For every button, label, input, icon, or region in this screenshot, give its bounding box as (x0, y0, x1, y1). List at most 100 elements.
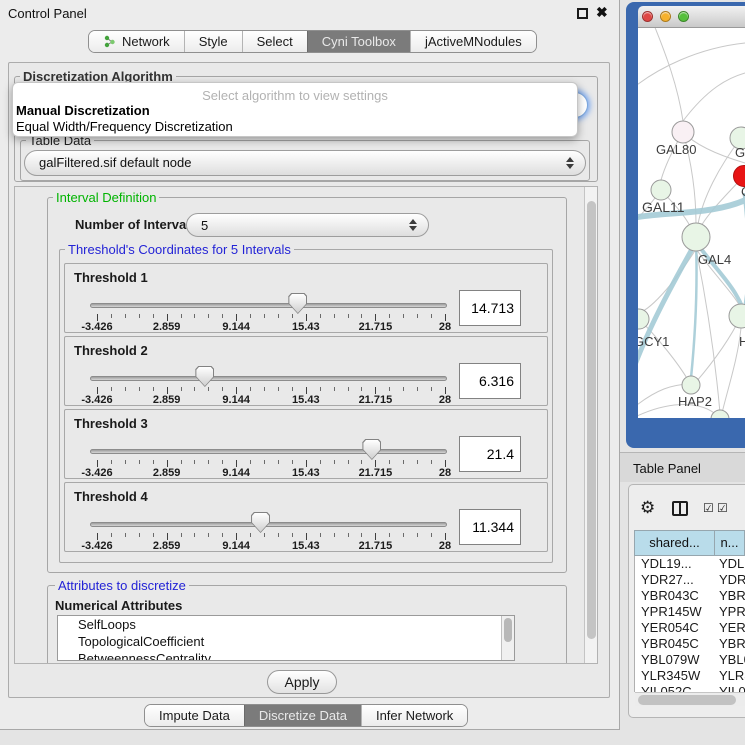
tab-select[interactable]: Select (242, 31, 307, 52)
algorithm-dropdown-popup: Select algorithm to view settings Manual… (12, 82, 578, 137)
table-cell: YBR043C (635, 588, 715, 604)
dropdown-option-equal-width-frequency[interactable]: Equal Width/Frequency Discretization (16, 119, 576, 134)
combo-value: 5 (201, 218, 208, 233)
node-label: GCY1 (638, 334, 669, 349)
slider-thumb[interactable] (362, 439, 381, 460)
node-label: H (739, 334, 745, 349)
table-row[interactable]: YLR345WYLR3... (635, 668, 745, 684)
tab-label: Impute Data (159, 705, 230, 727)
table-cell: YER0... (715, 620, 745, 636)
tab-label: Style (199, 31, 228, 53)
node-gal11[interactable] (651, 180, 671, 200)
traffic-light-close-icon[interactable] (642, 11, 653, 22)
tab-label: Cyni Toolbox (322, 31, 396, 53)
node-gcy1[interactable] (638, 309, 649, 329)
table-cell: YIL052C (635, 684, 715, 692)
tab-cyni-toolbox[interactable]: Cyni Toolbox (307, 31, 410, 52)
table-cell: YDR2... (715, 572, 745, 588)
window-title: Control Panel (8, 6, 87, 21)
table-cell: YDL1... (715, 556, 745, 572)
traffic-light-zoom-icon[interactable] (678, 11, 689, 22)
table-row[interactable]: YER054CYER0... (635, 620, 745, 636)
list-item[interactable]: TopologicalCoefficient (58, 633, 514, 650)
slider-thumb[interactable] (251, 512, 270, 533)
tab-impute-data[interactable]: Impute Data (145, 705, 244, 726)
slider-thumb[interactable] (195, 366, 214, 387)
network-icon (103, 35, 116, 48)
table-row[interactable]: YBR045CYBR0... (635, 636, 745, 652)
vertical-scrollbar[interactable] (584, 187, 598, 663)
scrollbar-thumb[interactable] (638, 695, 736, 705)
list-item[interactable]: SelfLoops (58, 616, 514, 633)
table-header-row: shared... n... (634, 530, 745, 556)
horizontal-scrollbar[interactable] (635, 692, 745, 706)
number-of-intervals-combobox[interactable]: 5 (186, 213, 429, 237)
group-title: Interval Definition (53, 190, 159, 205)
node-label: GAL11 (642, 199, 685, 215)
tab-jactivemnodules[interactable]: jActiveMNodules (410, 31, 536, 52)
tab-style[interactable]: Style (184, 31, 242, 52)
slider-track[interactable] (90, 376, 447, 381)
column-header-shared[interactable]: shared... (635, 531, 715, 555)
tab-infer-network[interactable]: Infer Network (361, 705, 467, 726)
network-canvas[interactable]: GAL80 GA C GAL11 GAL4 GCY1 H HAP2 (638, 28, 745, 418)
float-icon[interactable] (577, 8, 588, 19)
node-partial-bottom[interactable] (711, 410, 729, 418)
threshold-label: Threshold 1 (74, 270, 148, 285)
table-row[interactable]: YPR145WYPR1... (635, 604, 745, 620)
close-icon[interactable]: ✖ (596, 4, 608, 21)
slider-track[interactable] (90, 303, 447, 308)
node-gal4[interactable] (682, 223, 710, 251)
split-columns-icon[interactable] (672, 501, 688, 516)
node-label: HAP2 (678, 394, 712, 409)
dropdown-option-manual-discretization[interactable]: Manual Discretization (16, 103, 576, 118)
tab-label: Network (122, 31, 170, 53)
table-row[interactable]: YBL079WYBL0... (635, 652, 745, 668)
table-data-combobox[interactable]: galFiltered.sif default node (24, 150, 586, 176)
threshold-value-field[interactable]: 11.344 (459, 509, 521, 545)
traffic-light-minimize-icon[interactable] (660, 11, 671, 22)
bottom-tab-strip: Impute Data Discretize Data Infer Networ… (144, 704, 468, 727)
gear-icon[interactable]: ⚙ (640, 498, 655, 518)
scrollbar-thumb[interactable] (587, 201, 596, 639)
table-cell: YIL0... (715, 684, 745, 692)
slider-tick-labels: -3.4262.8599.14415.4321.71528 (97, 321, 445, 333)
table-cell: YBL079W (635, 652, 715, 668)
numerical-attributes-list[interactable]: SelfLoopsTopologicalCoefficientBetweenne… (57, 615, 515, 661)
settings-scroll-viewport: Interval Definition Number of Intervals … (14, 186, 598, 664)
table-cell: YLR3... (715, 668, 745, 684)
tab-network[interactable]: Network (89, 31, 184, 52)
checkbox-icon[interactable]: ☑ (703, 501, 714, 515)
threshold-label: Threshold 3 (74, 416, 148, 431)
tab-discretize-data[interactable]: Discretize Data (244, 705, 361, 726)
slider-tick-labels: -3.4262.8599.14415.4321.71528 (97, 540, 445, 552)
node-hap2[interactable] (682, 376, 700, 394)
table-row[interactable]: YDL19...YDL1... (635, 556, 745, 572)
table-cell: YLR345W (635, 668, 715, 684)
combo-arrows-icon (409, 219, 417, 231)
slider-tick-labels: -3.4262.8599.14415.4321.71528 (97, 467, 445, 479)
network-window-titlebar[interactable] (638, 6, 745, 28)
tab-label: Select (257, 31, 293, 53)
list-item[interactable]: BetweennessCentrality (58, 650, 514, 661)
slider-thumb[interactable] (288, 293, 307, 314)
threshold-value-field[interactable]: 6.316 (459, 363, 521, 399)
node-label: GAL4 (698, 252, 731, 267)
control-panel-window: Control Panel ✖ Network Style Select Cyn… (0, 0, 620, 730)
checkbox-icon[interactable]: ☑ (717, 501, 728, 515)
table-row[interactable]: YIL052CYIL0... (635, 684, 745, 692)
scrollbar-thumb[interactable] (504, 618, 512, 642)
slider-track[interactable] (90, 449, 447, 454)
column-header-name[interactable]: n... (715, 531, 744, 555)
threshold-value-field[interactable]: 14.713 (459, 290, 521, 326)
node-gal80[interactable] (672, 121, 694, 143)
table-row[interactable]: YBR043CYBR0... (635, 588, 745, 604)
table-row[interactable]: YDR27...YDR2... (635, 572, 745, 588)
threshold-label: Threshold 4 (74, 489, 148, 504)
threshold-value-field[interactable]: 21.4 (459, 436, 521, 472)
table-panel-bar: Table Panel (620, 452, 745, 482)
apply-button[interactable]: Apply (267, 670, 337, 694)
combo-value: galFiltered.sif default node (39, 155, 191, 170)
list-scrollbar[interactable] (501, 616, 514, 660)
node-partial-right[interactable] (729, 304, 745, 328)
